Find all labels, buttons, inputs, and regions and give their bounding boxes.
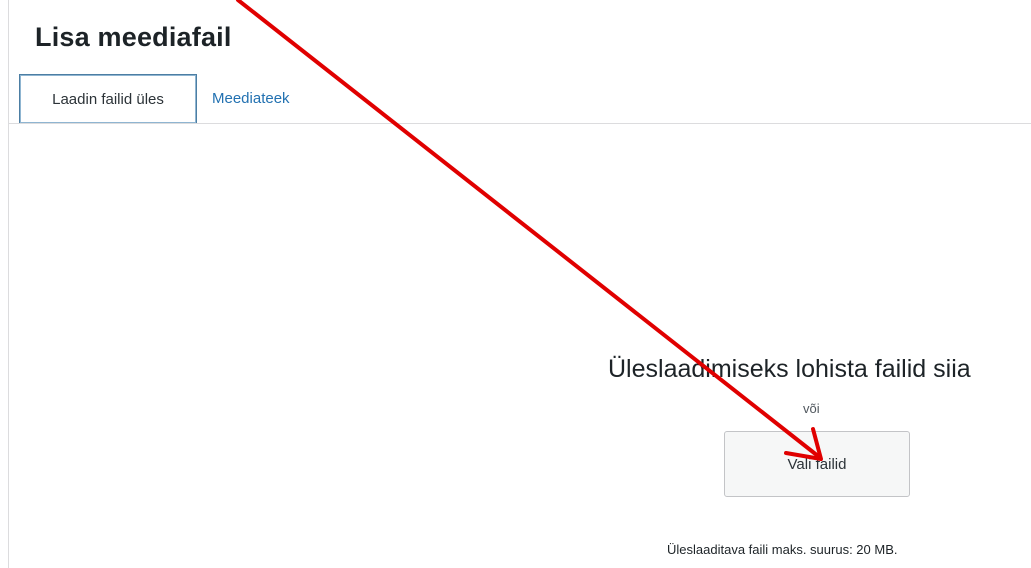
tabs-divider <box>9 123 1031 124</box>
modal-left-border <box>8 0 9 568</box>
tab-media-library[interactable]: Meediateek <box>212 74 290 124</box>
select-files-button[interactable]: Vali failid <box>724 431 910 497</box>
max-upload-size: Üleslaaditava faili maks. suurus: 20 MB. <box>667 542 898 557</box>
tab-upload-files[interactable]: Laadin failid üles <box>19 74 197 124</box>
drop-instructions: Üleslaadimiseks lohista failid siia <box>608 355 971 383</box>
media-modal: Lisa meediafail Laadin failid üles Meedi… <box>0 0 1031 568</box>
modal-title: Lisa meediafail <box>35 22 232 52</box>
or-separator: või <box>803 401 820 416</box>
